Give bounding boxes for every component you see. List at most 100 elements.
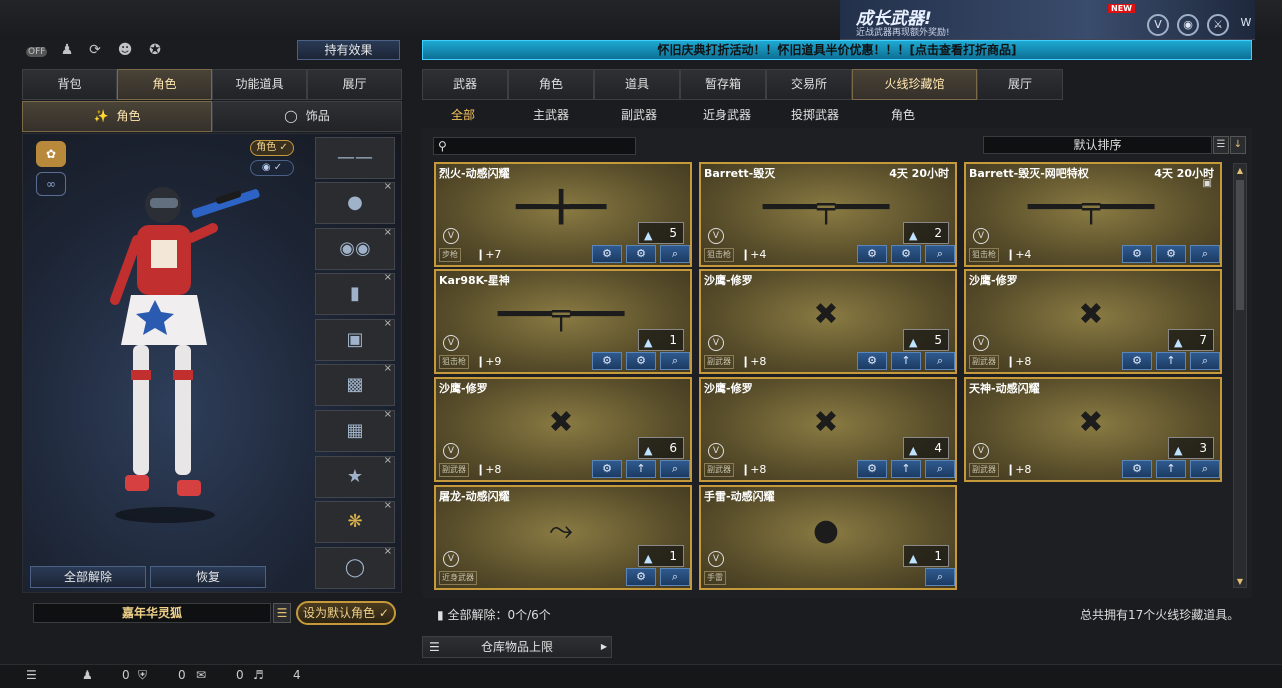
growth-weapon-banner[interactable]: 成长武器! 近战武器再现额外奖励! NEW V ◉ ⚔ W bbox=[840, 0, 1255, 40]
item-card[interactable]: 沙鹰-修罗 ✖ ▲ 7 V 副武器 ❙+8 ⚙ ↑ ⌕ bbox=[964, 269, 1222, 374]
promo-marquee[interactable]: 怀旧庆典打折活动！！怀旧道具半价优惠！！！[点击查看打折商品] bbox=[422, 40, 1252, 60]
clear-all-button[interactable]: 全部解除 bbox=[30, 566, 146, 588]
customize-button[interactable]: ⚙ bbox=[592, 352, 622, 370]
sort-select[interactable]: 默认排序 bbox=[983, 136, 1212, 154]
filter-throwing[interactable]: 投掷武器 bbox=[782, 102, 848, 128]
shield-status-icon[interactable]: ⛨ bbox=[138, 668, 147, 683]
item-card[interactable]: 屠龙-动感闪耀 ⤳ ▲ 1 V 近身武器 ⚙ ⌕ bbox=[434, 485, 692, 590]
search-input[interactable]: ⚲ bbox=[433, 137, 636, 155]
customize-button[interactable]: ⚙ bbox=[857, 245, 887, 263]
customize-button[interactable]: ⚙ bbox=[857, 460, 887, 478]
equip-slot-ring[interactable]: ❋ × bbox=[315, 500, 395, 543]
character-name-field[interactable]: 嘉年华灵狐 bbox=[33, 603, 271, 623]
item-card[interactable]: Kar98K-星神 ━━━╤━━━ ▲ 1 V 狙击枪 ❙+9 ⚙ ⚙ ⌕ bbox=[434, 269, 692, 374]
settings-button[interactable]: ⚙ bbox=[626, 352, 656, 370]
inspect-button[interactable]: ⌕ bbox=[925, 460, 955, 478]
globe-icon[interactable]: ◉ bbox=[1177, 14, 1199, 36]
wings-icon[interactable]: ∞ bbox=[36, 172, 66, 196]
tab-characters[interactable]: 角色 bbox=[508, 69, 594, 100]
item-card[interactable]: 沙鹰-修罗 ✖ ▲ 5 V 副武器 ❙+8 ⚙ ↑ ⌕ bbox=[699, 269, 957, 374]
menu-icon[interactable]: ☰ bbox=[26, 668, 37, 682]
equip-slot-backpack[interactable]: ▣ × bbox=[315, 318, 395, 361]
inspect-button[interactable]: ⌕ bbox=[660, 352, 690, 370]
subtab-accessory[interactable]: ◯ 饰品 bbox=[212, 101, 402, 132]
inspect-button[interactable]: ⌕ bbox=[660, 245, 690, 263]
warehouse-limit-button[interactable]: ☰ 仓库物品上限 ▶ bbox=[422, 636, 612, 658]
remove-icon[interactable]: × bbox=[384, 500, 392, 511]
upgrade-button[interactable]: ↑ bbox=[891, 460, 921, 478]
tab-items[interactable]: 道具 bbox=[594, 69, 680, 100]
equip-slot-radio[interactable]: ▮ × bbox=[315, 272, 395, 315]
filter-primary[interactable]: 主武器 bbox=[518, 102, 584, 128]
inspect-button[interactable]: ⌕ bbox=[1190, 352, 1220, 370]
customize-button[interactable]: ⚙ bbox=[592, 460, 622, 478]
tab-exchange[interactable]: 交易所 bbox=[766, 69, 852, 100]
w-logo-icon[interactable]: W bbox=[1235, 14, 1257, 36]
item-card[interactable]: 沙鹰-修罗 ✖ ▲ 6 V 副武器 ❙+8 ⚙ ↑ ⌕ bbox=[434, 377, 692, 482]
customize-button[interactable]: ⚙ bbox=[626, 568, 656, 586]
hold-effect-button[interactable]: 持有效果 bbox=[297, 40, 400, 60]
item-card[interactable]: 手雷-动感闪耀 ● ▲ 1 V 手雷 ⌕ bbox=[699, 485, 957, 590]
tab-backpack[interactable]: 背包 bbox=[22, 69, 117, 100]
remove-icon[interactable]: × bbox=[384, 181, 392, 192]
item-card[interactable]: Barrett-毁灭 4天 20小时 ━━━╤━━━ ▲ 2 V 狙击枪 ❙+4 ⚙ ⚙ ⌕ bbox=[699, 162, 957, 267]
shield-icon[interactable]: V bbox=[1147, 14, 1169, 36]
customize-button[interactable]: ⚙ bbox=[1122, 460, 1152, 478]
remove-icon[interactable]: × bbox=[384, 455, 392, 466]
upgrade-button[interactable]: ↑ bbox=[626, 460, 656, 478]
tab-storage-box[interactable]: 暂存箱 bbox=[680, 69, 766, 100]
equip-slot-pouch[interactable]: ▩ × bbox=[315, 363, 395, 406]
trash-icon[interactable]: ▣ bbox=[1203, 178, 1212, 189]
customize-button[interactable]: ⚙ bbox=[1122, 352, 1152, 370]
off-toggle-icon[interactable]: OFF bbox=[26, 40, 48, 60]
volume-icon[interactable]: ♬ bbox=[253, 668, 264, 682]
remove-icon[interactable]: × bbox=[384, 227, 392, 238]
tab-weapons[interactable]: 武器 bbox=[422, 69, 508, 100]
remove-icon[interactable]: × bbox=[384, 409, 392, 420]
subtab-character[interactable]: ✨ 角色 bbox=[22, 101, 212, 132]
upgrade-button[interactable]: ↑ bbox=[1156, 460, 1186, 478]
settings-button[interactable]: ⚙ bbox=[891, 245, 921, 263]
friends-icon[interactable]: ♟ bbox=[82, 668, 93, 682]
sort-desc-icon[interactable]: ↓ bbox=[1230, 136, 1246, 154]
filter-secondary[interactable]: 副武器 bbox=[606, 102, 672, 128]
equip-slot-badge[interactable]: ★ × bbox=[315, 455, 395, 498]
item-card[interactable]: 天神-动感闪耀 ✖ ▲ 3 V 副武器 ❙+8 ⚙ ↑ ⌕ bbox=[964, 377, 1222, 482]
inspect-button[interactable]: ⌕ bbox=[925, 245, 955, 263]
person-add-icon[interactable]: ☻ bbox=[115, 40, 135, 60]
scrollbar[interactable]: ▲ ▼ bbox=[1233, 163, 1247, 588]
equip-slot-goggles[interactable]: ◉◉ × bbox=[315, 227, 395, 270]
team-icon[interactable]: ♟ bbox=[57, 40, 77, 60]
scroll-up-icon[interactable]: ▲ bbox=[1235, 166, 1245, 175]
inspect-button[interactable]: ⌕ bbox=[1190, 460, 1220, 478]
remove-icon[interactable]: × bbox=[384, 546, 392, 557]
inspect-button[interactable]: ⌕ bbox=[925, 352, 955, 370]
remove-icon[interactable]: × bbox=[384, 272, 392, 283]
list-menu-icon[interactable]: ☰ bbox=[273, 603, 291, 623]
equip-slot-bracelet[interactable]: ◯ × bbox=[315, 546, 395, 589]
list-view-icon[interactable]: ☰ bbox=[1213, 136, 1229, 154]
item-card[interactable]: 烈火-动感闪耀 ━━╋━━ ▲ 5 V 步枪 ❙+7 ⚙ ⚙ ⌕ bbox=[434, 162, 692, 267]
upgrade-button[interactable]: ↑ bbox=[891, 352, 921, 370]
filter-melee[interactable]: 近身武器 bbox=[694, 102, 760, 128]
scroll-thumb[interactable] bbox=[1236, 180, 1244, 310]
upgrade-button[interactable]: ↑ bbox=[1156, 352, 1186, 370]
equip-slot-helmet[interactable]: ● × bbox=[315, 181, 395, 224]
scroll-down-icon[interactable]: ▼ bbox=[1235, 577, 1245, 586]
fox-emblem-icon[interactable]: ✿ bbox=[36, 141, 66, 167]
refresh-icon[interactable]: ⟳ bbox=[85, 40, 105, 60]
item-card[interactable]: Barrett-毁灭-网吧特权 4天 20小时 ━━━╤━━━ ▣ V 狙击枪 ❙+4 ⚙ ⚙ ⌕ bbox=[964, 162, 1222, 267]
role-toggle[interactable]: 角色 ✓ bbox=[250, 140, 294, 156]
tab-showroom[interactable]: 展厅 bbox=[307, 69, 402, 100]
equip-slot-weapon[interactable]: —— bbox=[315, 137, 395, 179]
tab-function-items[interactable]: 功能道具 bbox=[212, 69, 307, 100]
chat-icon[interactable]: ✉ bbox=[196, 668, 206, 682]
inspect-button[interactable]: ⌕ bbox=[925, 568, 955, 586]
item-card[interactable]: 沙鹰-修罗 ✖ ▲ 4 V 副武器 ❙+8 ⚙ ↑ ⌕ bbox=[699, 377, 957, 482]
settings-button[interactable]: ⚙ bbox=[626, 245, 656, 263]
customize-button[interactable]: ⚙ bbox=[592, 245, 622, 263]
tab-character[interactable]: 角色 bbox=[117, 69, 212, 100]
tab-main-showroom[interactable]: 展厅 bbox=[977, 69, 1063, 100]
inspect-button[interactable]: ⌕ bbox=[660, 460, 690, 478]
filter-all[interactable]: 全部 bbox=[430, 102, 496, 128]
